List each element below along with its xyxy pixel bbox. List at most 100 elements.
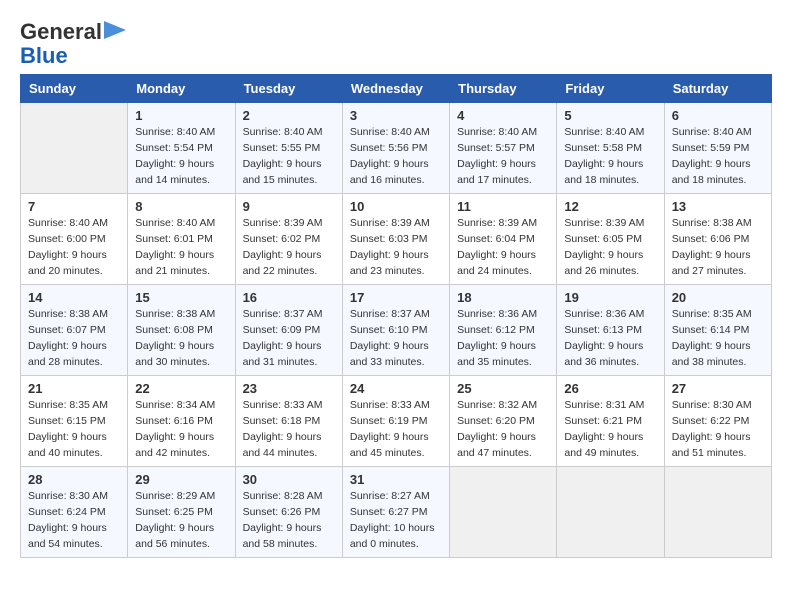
day-info: Sunrise: 8:40 AMSunset: 5:59 PMDaylight:…	[672, 125, 764, 188]
day-number: 19	[564, 290, 656, 305]
day-info: Sunrise: 8:33 AMSunset: 6:19 PMDaylight:…	[350, 398, 442, 461]
day-number: 2	[243, 108, 335, 123]
day-number: 20	[672, 290, 764, 305]
calendar-cell: 14 Sunrise: 8:38 AMSunset: 6:07 PMDayligh…	[21, 285, 128, 376]
day-info: Sunrise: 8:40 AMSunset: 6:01 PMDaylight:…	[135, 216, 227, 279]
day-info: Sunrise: 8:40 AMSunset: 5:58 PMDaylight:…	[564, 125, 656, 188]
day-number: 13	[672, 199, 764, 214]
day-number: 4	[457, 108, 549, 123]
week-row-4: 21 Sunrise: 8:35 AMSunset: 6:15 PMDayligh…	[21, 376, 772, 467]
calendar-cell: 29Sunrise: 8:29 AMSunset: 6:25 PMDayligh…	[128, 467, 235, 558]
calendar-cell: 19 Sunrise: 8:36 AMSunset: 6:13 PMDayligh…	[557, 285, 664, 376]
day-info: Sunrise: 8:28 AMSunset: 6:26 PMDaylight:…	[243, 489, 335, 552]
day-info: Sunrise: 8:34 AMSunset: 6:16 PMDaylight:…	[135, 398, 227, 461]
day-number: 9	[243, 199, 335, 214]
day-info: Sunrise: 8:32 AMSunset: 6:20 PMDaylight:…	[457, 398, 549, 461]
day-info: Sunrise: 8:38 AMSunset: 6:07 PMDaylight:…	[28, 307, 120, 370]
calendar-cell	[664, 467, 771, 558]
day-info: Sunrise: 8:39 AMSunset: 6:02 PMDaylight:…	[243, 216, 335, 279]
day-number: 10	[350, 199, 442, 214]
day-info: Sunrise: 8:39 AMSunset: 6:04 PMDaylight:…	[457, 216, 549, 279]
day-number: 29	[135, 472, 227, 487]
calendar-cell: 9 Sunrise: 8:39 AMSunset: 6:02 PMDaylight…	[235, 194, 342, 285]
day-info: Sunrise: 8:40 AMSunset: 6:00 PMDaylight:…	[28, 216, 120, 279]
day-number: 8	[135, 199, 227, 214]
day-info: Sunrise: 8:38 AMSunset: 6:06 PMDaylight:…	[672, 216, 764, 279]
day-info: Sunrise: 8:30 AMSunset: 6:24 PMDaylight:…	[28, 489, 120, 552]
day-info: Sunrise: 8:27 AMSunset: 6:27 PMDaylight:…	[350, 489, 442, 552]
calendar-cell: 22 Sunrise: 8:34 AMSunset: 6:16 PMDayligh…	[128, 376, 235, 467]
calendar-cell: 8 Sunrise: 8:40 AMSunset: 6:01 PMDaylight…	[128, 194, 235, 285]
day-info: Sunrise: 8:38 AMSunset: 6:08 PMDaylight:…	[135, 307, 227, 370]
day-number: 28	[28, 472, 120, 487]
calendar-cell: 27Sunrise: 8:30 AMSunset: 6:22 PMDayligh…	[664, 376, 771, 467]
day-number: 24	[350, 381, 442, 396]
calendar-cell: 10 Sunrise: 8:39 AMSunset: 6:03 PMDayligh…	[342, 194, 449, 285]
header-day-thursday: Thursday	[450, 75, 557, 103]
day-number: 18	[457, 290, 549, 305]
day-number: 30	[243, 472, 335, 487]
day-number: 31	[350, 472, 442, 487]
calendar-cell: 30 Sunrise: 8:28 AMSunset: 6:26 PMDayligh…	[235, 467, 342, 558]
calendar-cell: 23 Sunrise: 8:33 AMSunset: 6:18 PMDayligh…	[235, 376, 342, 467]
day-info: Sunrise: 8:35 AMSunset: 6:15 PMDaylight:…	[28, 398, 120, 461]
calendar-cell: 16 Sunrise: 8:37 AMSunset: 6:09 PMDayligh…	[235, 285, 342, 376]
logo-arrow-icon	[104, 21, 126, 39]
calendar-cell: 18Sunrise: 8:36 AMSunset: 6:12 PMDayligh…	[450, 285, 557, 376]
week-row-5: 28 Sunrise: 8:30 AMSunset: 6:24 PMDayligh…	[21, 467, 772, 558]
day-number: 26	[564, 381, 656, 396]
calendar-cell: 11 Sunrise: 8:39 AMSunset: 6:04 PMDayligh…	[450, 194, 557, 285]
day-number: 17	[350, 290, 442, 305]
day-number: 7	[28, 199, 120, 214]
logo-text-blue: Blue	[20, 44, 68, 68]
calendar-cell: 7 Sunrise: 8:40 AMSunset: 6:00 PMDaylight…	[21, 194, 128, 285]
calendar-cell: 20 Sunrise: 8:35 AMSunset: 6:14 PMDayligh…	[664, 285, 771, 376]
calendar-cell: 3Sunrise: 8:40 AMSunset: 5:56 PMDaylight…	[342, 103, 449, 194]
day-info: Sunrise: 8:39 AMSunset: 6:05 PMDaylight:…	[564, 216, 656, 279]
page-header: General Blue	[20, 20, 772, 68]
calendar-cell: 21 Sunrise: 8:35 AMSunset: 6:15 PMDayligh…	[21, 376, 128, 467]
logo-text-general: General	[20, 20, 102, 44]
calendar-cell: 2 Sunrise: 8:40 AMSunset: 5:55 PMDaylight…	[235, 103, 342, 194]
calendar-cell: 5 Sunrise: 8:40 AMSunset: 5:58 PMDaylight…	[557, 103, 664, 194]
day-info: Sunrise: 8:30 AMSunset: 6:22 PMDaylight:…	[672, 398, 764, 461]
header-day-tuesday: Tuesday	[235, 75, 342, 103]
calendar-cell: 25 Sunrise: 8:32 AMSunset: 6:20 PMDayligh…	[450, 376, 557, 467]
day-info: Sunrise: 8:40 AMSunset: 5:54 PMDaylight:…	[135, 125, 227, 188]
day-info: Sunrise: 8:37 AMSunset: 6:09 PMDaylight:…	[243, 307, 335, 370]
day-info: Sunrise: 8:40 AMSunset: 5:56 PMDaylight:…	[350, 125, 442, 188]
day-info: Sunrise: 8:35 AMSunset: 6:14 PMDaylight:…	[672, 307, 764, 370]
day-number: 21	[28, 381, 120, 396]
day-number: 25	[457, 381, 549, 396]
header-row: SundayMondayTuesdayWednesdayThursdayFrid…	[21, 75, 772, 103]
calendar-cell: 15 Sunrise: 8:38 AMSunset: 6:08 PMDayligh…	[128, 285, 235, 376]
day-info: Sunrise: 8:40 AMSunset: 5:57 PMDaylight:…	[457, 125, 549, 188]
header-day-monday: Monday	[128, 75, 235, 103]
calendar-table: SundayMondayTuesdayWednesdayThursdayFrid…	[20, 74, 772, 558]
header-day-friday: Friday	[557, 75, 664, 103]
day-number: 12	[564, 199, 656, 214]
day-info: Sunrise: 8:36 AMSunset: 6:13 PMDaylight:…	[564, 307, 656, 370]
logo: General Blue	[20, 20, 126, 68]
header-day-wednesday: Wednesday	[342, 75, 449, 103]
calendar-cell: 28 Sunrise: 8:30 AMSunset: 6:24 PMDayligh…	[21, 467, 128, 558]
calendar-cell: 31 Sunrise: 8:27 AMSunset: 6:27 PMDayligh…	[342, 467, 449, 558]
day-number: 16	[243, 290, 335, 305]
calendar-cell: 12 Sunrise: 8:39 AMSunset: 6:05 PMDayligh…	[557, 194, 664, 285]
day-info: Sunrise: 8:40 AMSunset: 5:55 PMDaylight:…	[243, 125, 335, 188]
day-info: Sunrise: 8:33 AMSunset: 6:18 PMDaylight:…	[243, 398, 335, 461]
day-info: Sunrise: 8:37 AMSunset: 6:10 PMDaylight:…	[350, 307, 442, 370]
calendar-cell: 6Sunrise: 8:40 AMSunset: 5:59 PMDaylight…	[664, 103, 771, 194]
day-number: 11	[457, 199, 549, 214]
calendar-cell	[557, 467, 664, 558]
day-number: 23	[243, 381, 335, 396]
day-info: Sunrise: 8:39 AMSunset: 6:03 PMDaylight:…	[350, 216, 442, 279]
calendar-cell: 17 Sunrise: 8:37 AMSunset: 6:10 PMDayligh…	[342, 285, 449, 376]
calendar-cell	[21, 103, 128, 194]
calendar-cell: 13 Sunrise: 8:38 AMSunset: 6:06 PMDayligh…	[664, 194, 771, 285]
day-number: 14	[28, 290, 120, 305]
day-number: 15	[135, 290, 227, 305]
day-number: 22	[135, 381, 227, 396]
header-day-saturday: Saturday	[664, 75, 771, 103]
day-number: 5	[564, 108, 656, 123]
